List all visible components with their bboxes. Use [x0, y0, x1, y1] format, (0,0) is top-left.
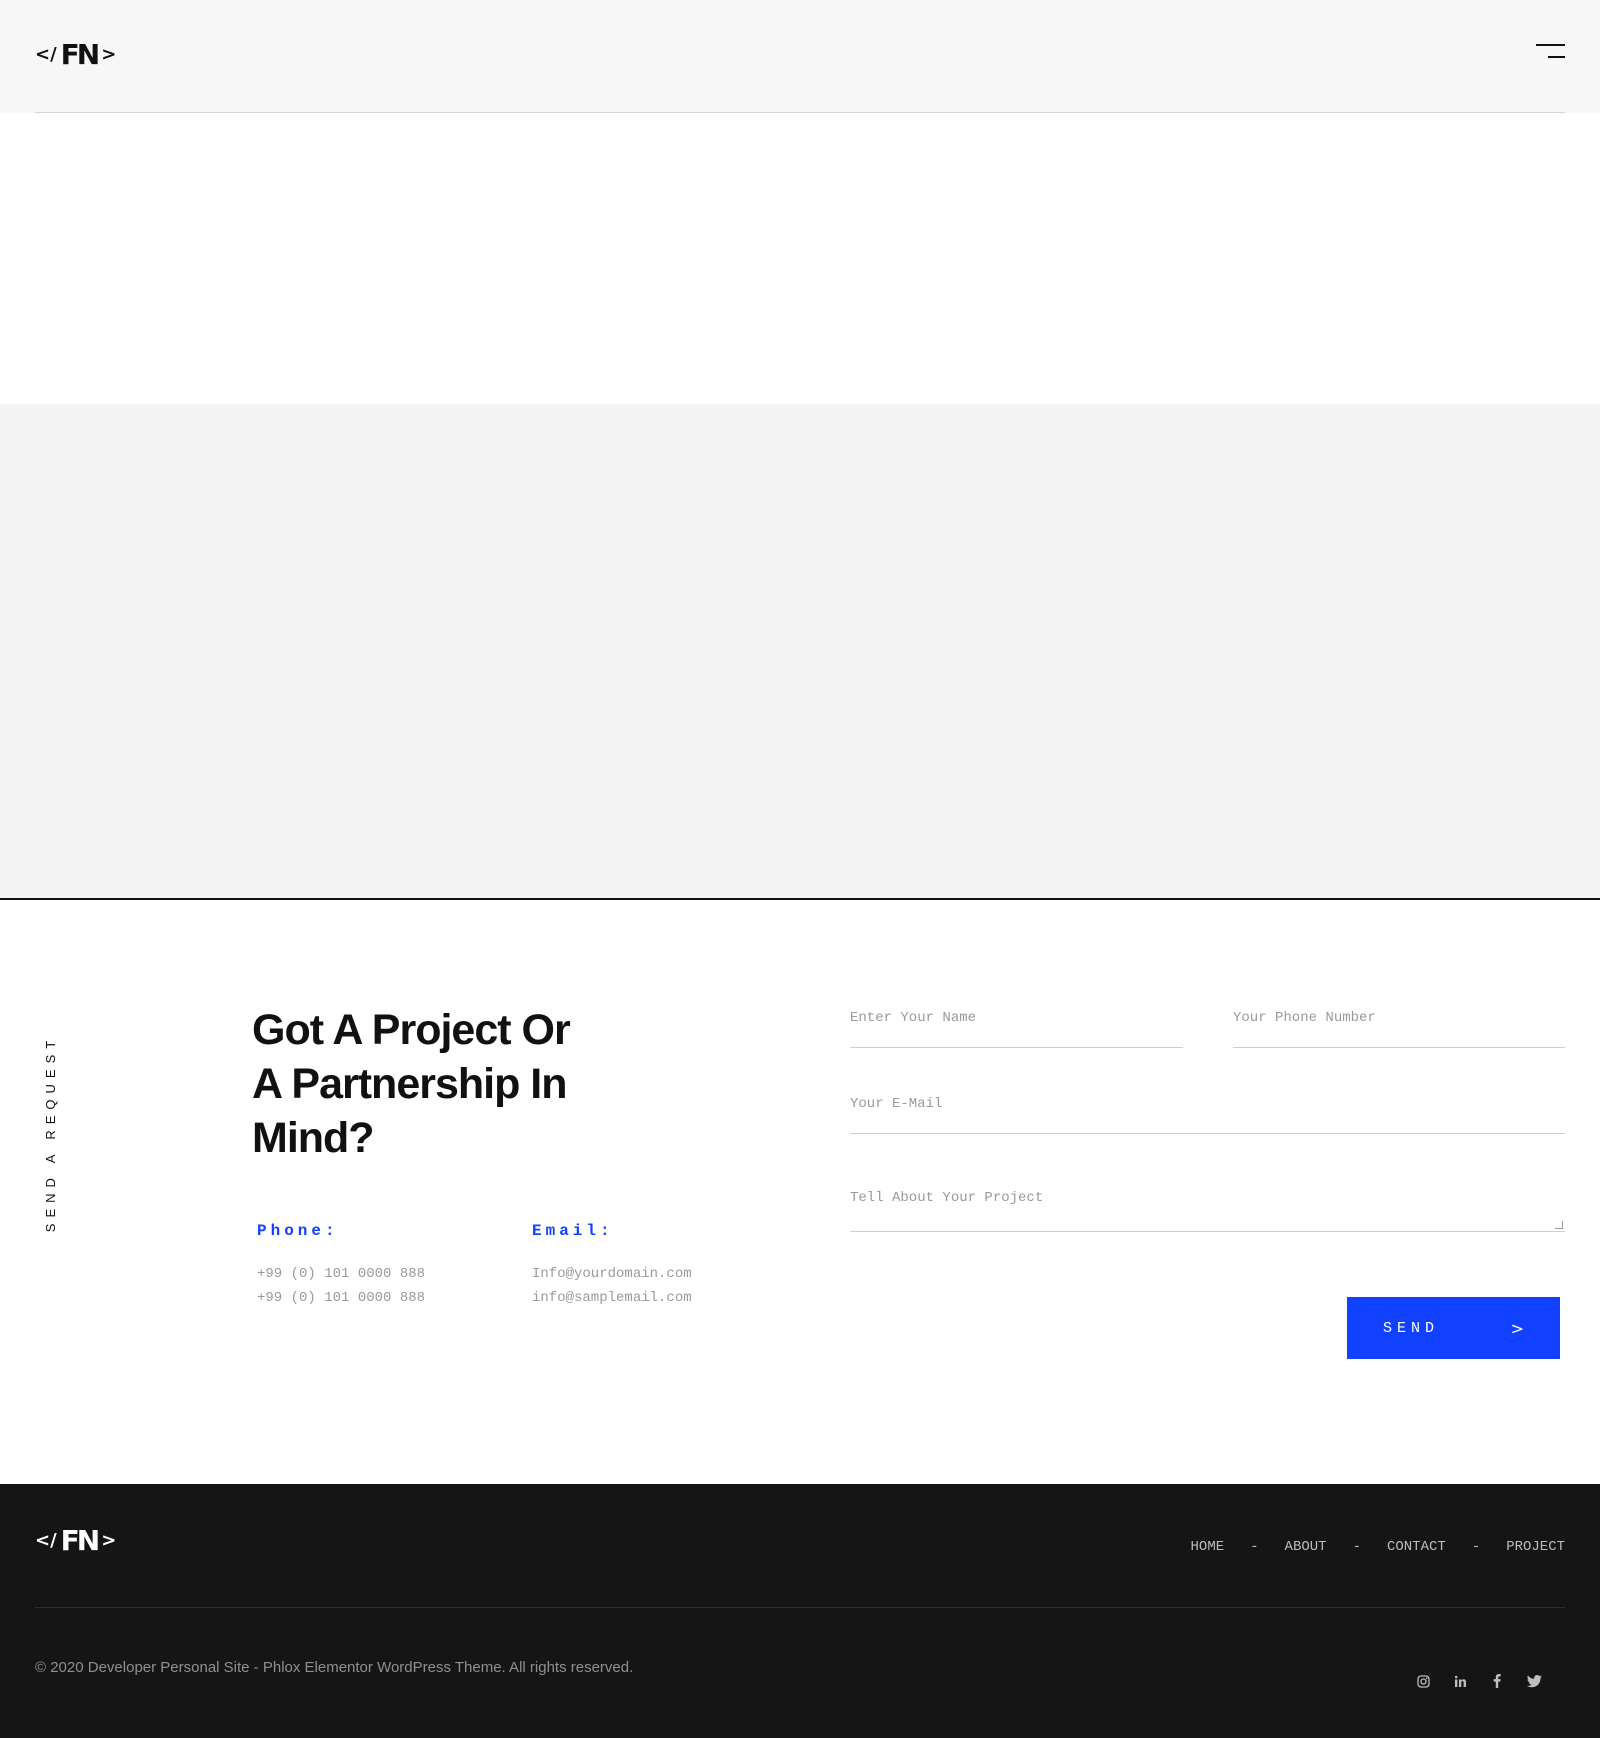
nav-separator: -: [1250, 1539, 1259, 1555]
email-input[interactable]: [850, 1096, 1565, 1112]
resize-handle-icon[interactable]: [1555, 1221, 1563, 1229]
site-header: [0, 0, 1600, 113]
logo-left-bracket: </: [35, 44, 57, 65]
headline-line-3: Mind?: [252, 1114, 375, 1162]
contact-headline: Got A Project Or A Partnership In Mind?: [252, 1003, 672, 1165]
phone-field: [1233, 1010, 1565, 1048]
phone-number-1[interactable]: +99 (0) 101 0000 888: [257, 1262, 425, 1286]
footer-nav: HOME - ABOUT - CONTACT - PROJECT: [1191, 1539, 1565, 1555]
email-label: Email:: [532, 1222, 614, 1240]
project-field: [850, 1190, 1565, 1232]
footer-nav-contact[interactable]: CONTACT: [1387, 1539, 1446, 1555]
menu-line-bottom: [1548, 56, 1565, 58]
header-divider: [35, 112, 1565, 113]
footer-divider: [35, 1607, 1565, 1608]
name-field: [850, 1010, 1183, 1048]
send-request-vertical-label: SEND A REQUEST: [18, 1034, 84, 1231]
logo-right-bracket: >: [101, 44, 117, 65]
site-logo[interactable]: </ FN >: [35, 38, 116, 71]
project-textarea[interactable]: [850, 1190, 1565, 1206]
facebook-icon[interactable]: [1488, 1672, 1506, 1690]
footer-nav-home[interactable]: HOME: [1191, 1539, 1225, 1555]
footer-nav-about[interactable]: ABOUT: [1285, 1539, 1327, 1555]
email-block: Email: Info@yourdomain.com info@samplema…: [532, 1222, 692, 1310]
footer-logo-left-bracket: </: [35, 1530, 57, 1551]
footer-logo[interactable]: </ FN >: [35, 1524, 116, 1557]
copyright-text: © 2020 Developer Personal Site - Phlox E…: [35, 1659, 634, 1676]
nav-separator: -: [1352, 1539, 1361, 1555]
hero-divider: [0, 898, 1600, 900]
phone-block: Phone: +99 (0) 101 0000 888 +99 (0) 101 …: [257, 1222, 425, 1310]
hero-section: [0, 404, 1600, 898]
footer-nav-project[interactable]: PROJECT: [1506, 1539, 1565, 1555]
logo-mark: FN: [60, 38, 101, 71]
vertical-label-text: SEND A REQUEST: [43, 1034, 59, 1232]
nav-separator: -: [1471, 1539, 1481, 1555]
twitter-icon[interactable]: [1525, 1672, 1543, 1690]
email-field: [850, 1096, 1565, 1134]
footer-logo-mark: FN: [60, 1524, 101, 1557]
headline-line-2: A Partnership In: [252, 1060, 568, 1108]
phone-label: Phone:: [257, 1222, 339, 1240]
linkedin-icon[interactable]: [1451, 1672, 1469, 1690]
phone-number-2[interactable]: +99 (0) 101 0000 888: [257, 1286, 425, 1310]
social-links: [1414, 1672, 1543, 1690]
send-button[interactable]: SEND >: [1347, 1297, 1560, 1359]
hamburger-menu-icon[interactable]: [1536, 44, 1565, 60]
menu-line-top: [1536, 44, 1565, 46]
email-address-1[interactable]: Info@yourdomain.com: [532, 1262, 692, 1286]
phone-input[interactable]: [1233, 1010, 1565, 1026]
name-input[interactable]: [850, 1010, 1183, 1026]
footer-logo-right-bracket: >: [101, 1530, 117, 1551]
email-address-2[interactable]: info@samplemail.com: [532, 1286, 692, 1310]
instagram-icon[interactable]: [1414, 1672, 1432, 1690]
site-footer: [0, 1484, 1600, 1738]
send-button-label: SEND: [1383, 1319, 1440, 1337]
chevron-right-icon: >: [1510, 1318, 1524, 1338]
headline-line-1: Got A Project Or: [252, 1006, 571, 1054]
